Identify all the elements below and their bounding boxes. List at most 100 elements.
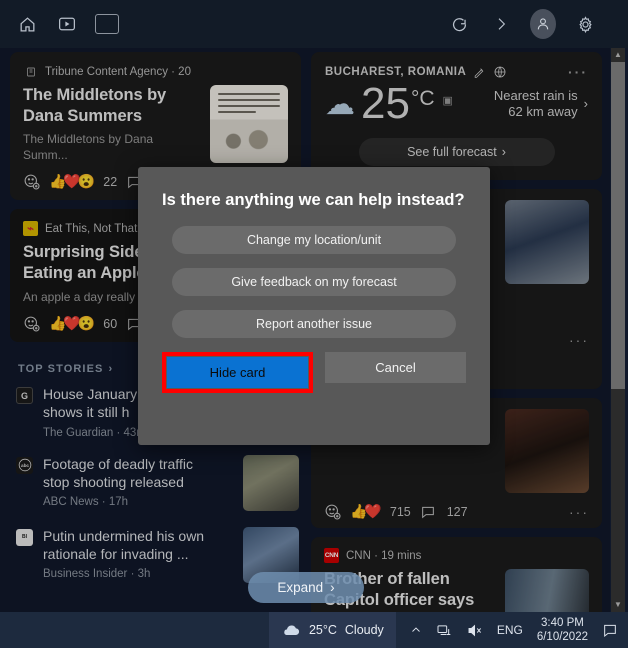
clock-time: 3:40 PM [541, 616, 584, 629]
globe-icon[interactable] [493, 65, 507, 79]
guardian-logo-icon: G [16, 387, 33, 405]
temperature-unit: °C [410, 87, 435, 110]
forward-chevron-icon[interactable] [488, 11, 514, 37]
hide-card-button[interactable]: Hide card [167, 357, 308, 389]
card-body: The Middletons by Dana Summers The Middl… [23, 85, 288, 163]
top-navigation-bar [0, 0, 628, 48]
scroll-down-arrow-icon[interactable]: ▼ [614, 598, 622, 612]
card-text-column: The Middletons by Dana Summers The Middl… [23, 85, 200, 163]
reaction-count: 715 [389, 504, 411, 519]
story-text: Footage of deadly traffic stop shooting … [43, 455, 233, 511]
reaction-count: 22 [103, 174, 118, 189]
logo-text: BI [22, 534, 27, 541]
abc-news-logo-icon: abc [16, 456, 33, 474]
settings-gear-icon[interactable] [572, 11, 598, 37]
refresh-icon[interactable] [446, 11, 472, 37]
rain-line2: 62 km away [508, 104, 578, 119]
taskbar-weather-widget[interactable]: 25°C Cloudy [268, 612, 396, 648]
rain-text: Nearest rain is 62 km away [494, 88, 578, 121]
weather-badge-icon: ▣ [442, 94, 453, 107]
video-icon[interactable] [54, 11, 80, 37]
scrollbar-thumb[interactable] [611, 62, 625, 389]
dialog-option-report-issue[interactable]: Report another issue [172, 310, 456, 339]
source-label: CNN · 19 mins [346, 549, 422, 562]
reaction-emoji-cluster[interactable]: 👍❤️😮 [49, 173, 95, 190]
home-icon[interactable] [14, 11, 40, 37]
rain-line1: Nearest rain is [493, 87, 578, 103]
story-source: Business Insider · 3h [43, 568, 151, 581]
story-item[interactable]: abc Footage of deadly traffic stop shoot… [12, 454, 299, 511]
story-source: ABC News · 17h [43, 496, 129, 509]
edge-news-feed-window: Tribune Content Agency · 20 The Middleto… [0, 0, 628, 648]
profile-avatar-icon[interactable] [530, 9, 556, 39]
story-title-line1: Putin undermined his own [43, 527, 205, 544]
add-reaction-icon[interactable] [23, 315, 40, 332]
weather-card-menu-icon[interactable]: ··· [568, 64, 588, 80]
comic-text-lines [218, 93, 280, 117]
dialog-option-change-location[interactable]: Change my location/unit [172, 226, 456, 255]
chevron-right-icon: › [583, 95, 588, 111]
flag-graphic [95, 14, 119, 34]
cloud-icon [281, 623, 301, 637]
story-title-line2: stop shooting released [43, 473, 184, 490]
card-thumbnail-person[interactable] [505, 200, 589, 284]
expand-label: Expand [277, 580, 324, 595]
dialog-option-give-feedback[interactable]: Give feedback on my forecast [172, 268, 456, 297]
chevron-right-icon: › [108, 363, 114, 376]
scroll-up-arrow-icon[interactable]: ▲ [614, 48, 622, 62]
card-source-row: Tribune Content Agency · 20 [23, 64, 288, 79]
svg-text:abc: abc [20, 463, 28, 468]
card-menu-icon[interactable]: ··· [569, 332, 589, 348]
card-subtitle: The Middletons by Dana Summ... [23, 132, 154, 162]
logo-glyph: ⌁ [27, 223, 34, 236]
reaction-emoji-cluster[interactable]: 👍❤️ [350, 503, 382, 520]
weather-location: BUCHAREST, ROMANIA [325, 66, 467, 78]
comment-icon[interactable] [420, 504, 436, 520]
dialog-action-row: Hide card Cancel [162, 352, 466, 394]
card-thumbnail-scene[interactable] [505, 409, 589, 493]
language-indicator[interactable]: ENG [497, 623, 523, 637]
notification-icon[interactable] [602, 622, 618, 638]
ukraine-flag-icon[interactable] [94, 11, 120, 37]
story-title-line1: Footage of deadly traffic [43, 455, 193, 472]
system-tray: ENG 3:40 PM 6/10/2022 [396, 616, 628, 645]
story-thumbnail[interactable] [243, 454, 299, 511]
nearest-rain-info[interactable]: Nearest rain is 62 km away › [494, 88, 588, 121]
business-insider-logo-icon: BI [16, 528, 33, 546]
see-full-forecast-button[interactable]: See full forecast › [358, 138, 555, 166]
reaction-emoji-cluster[interactable]: 👍❤️😮 [49, 315, 95, 332]
chevron-right-icon: › [501, 145, 506, 159]
show-hidden-icons-chevron[interactable] [410, 624, 422, 636]
card-source-row: CNN CNN · 19 mins [324, 548, 589, 563]
taskbar-weather-description: Cloudy [344, 623, 384, 637]
temperature-value: 25 [361, 79, 410, 128]
card-menu-icon[interactable]: ··· [569, 504, 589, 520]
story-title-line2: rationale for invading ... [43, 545, 189, 562]
volume-muted-icon[interactable] [466, 623, 483, 638]
cancel-button[interactable]: Cancel [325, 352, 466, 384]
feed-scrollbar[interactable]: ▲ ▼ [611, 48, 625, 612]
expand-button[interactable]: Expand › [248, 572, 364, 603]
weather-main-row: ☁ 25 °C ▣ Nearest rain is 62 km away › [325, 82, 588, 126]
tribune-logo-icon [23, 64, 38, 79]
cnn-logo-icon: CNN [324, 548, 339, 563]
pencil-icon[interactable] [473, 66, 486, 79]
card-thumbnail-comic[interactable] [210, 85, 288, 163]
scrollbar-track[interactable] [611, 62, 625, 598]
network-icon[interactable] [436, 623, 452, 638]
card-reactions-row: 👍❤️ 715 127 ··· [324, 503, 589, 520]
windows-taskbar: 25°C Cloudy ENG 3:40 PM 6/10/2022 [0, 612, 628, 648]
add-reaction-icon[interactable] [324, 503, 341, 520]
source-label: Tribune Content Agency · 20 [45, 65, 191, 78]
taskbar-clock[interactable]: 3:40 PM 6/10/2022 [537, 616, 588, 645]
avatar [530, 9, 556, 39]
dialog-title: Is there anything we can help instead? [162, 191, 465, 209]
story-text: Putin undermined his own rationale for i… [43, 527, 233, 583]
top-stories-label: TOP STORIES [18, 363, 104, 376]
logo-text: G [20, 390, 28, 401]
weather-card[interactable]: BUCHAREST, ROMANIA ··· ☁ 25 °C ▣ Nearest… [311, 52, 602, 180]
topbar-right-icons [446, 9, 598, 39]
source-label: Eat This, Not That [45, 222, 138, 235]
add-reaction-icon[interactable] [23, 173, 40, 190]
reaction-count: 60 [103, 316, 118, 331]
